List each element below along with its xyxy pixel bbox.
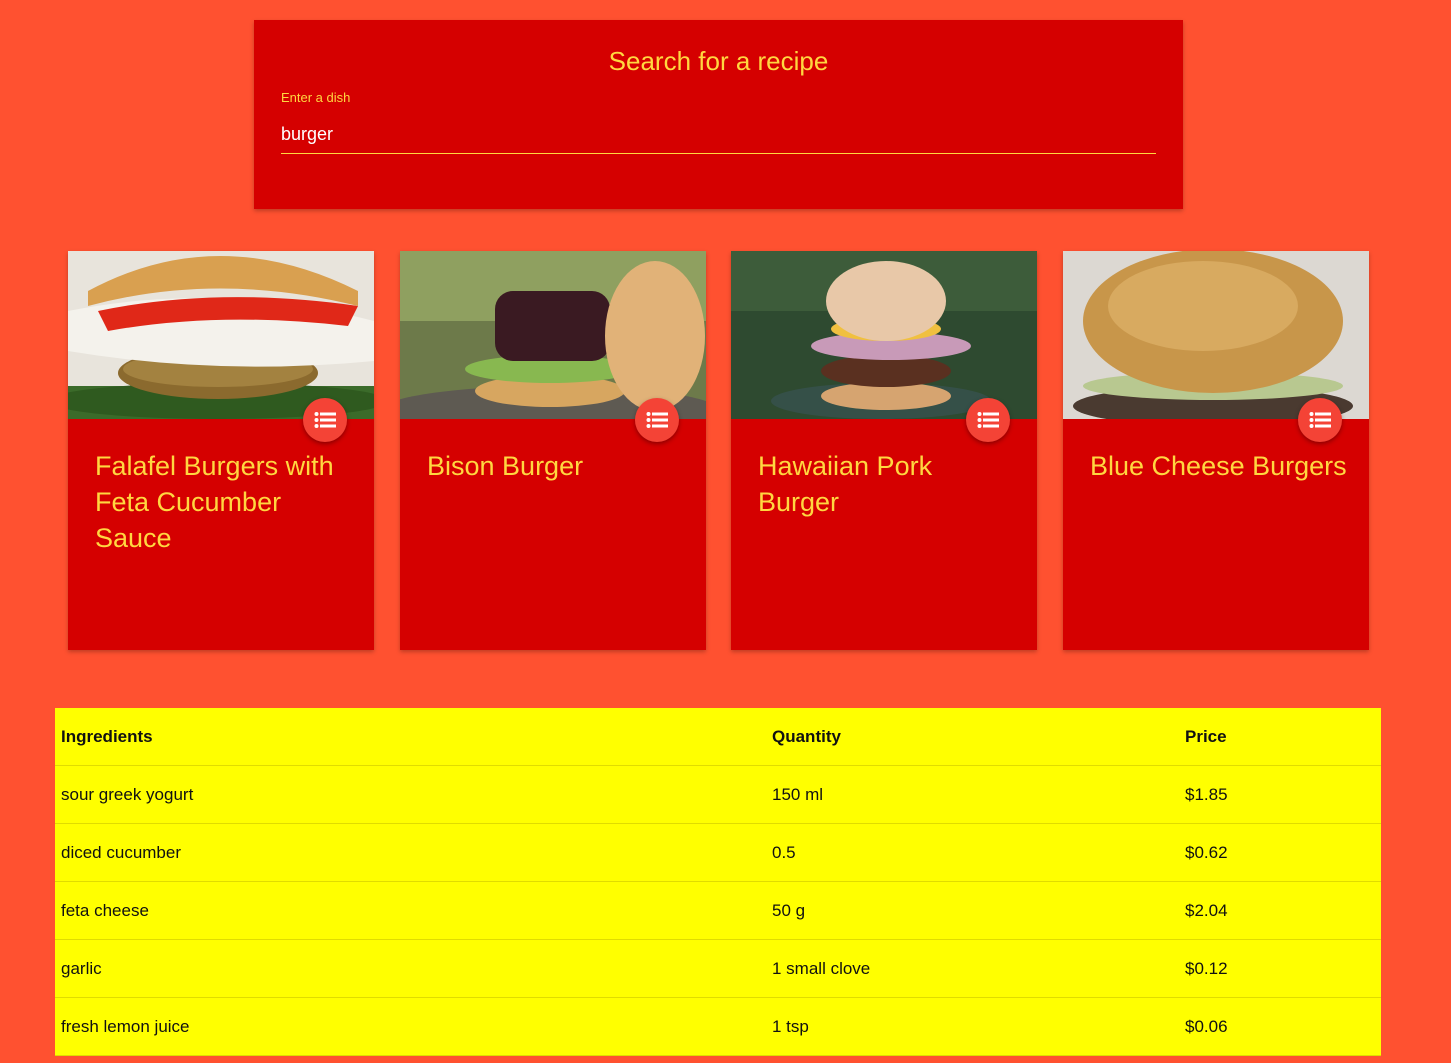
ingredients-table: Ingredients Quantity Price sour greek yo… <box>55 708 1381 1056</box>
recipe-image-bison-burger[interactable] <box>400 251 706 419</box>
quantity-cell: 50 g <box>766 881 1179 940</box>
search-field-label: Enter a dish <box>281 90 351 105</box>
recipe-card-falafel-burgers[interactable]: Falafel Burgers with Feta Cucumber Sauce <box>68 251 374 650</box>
recipe-card-bison-burger[interactable]: Bison Burger <box>400 251 706 650</box>
ingredient-cell: garlic <box>55 939 766 998</box>
search-card: Search for a recipe Enter a dish <box>254 20 1183 209</box>
price-cell: $0.62 <box>1179 823 1381 882</box>
price-cell: $0.12 <box>1179 939 1381 998</box>
recipe-title: Bison Burger <box>427 451 584 481</box>
recipe-card-hawaiian-pork-burger[interactable]: Hawaiian Pork Burger <box>731 251 1037 650</box>
ingredient-cell: feta cheese <box>55 881 766 940</box>
ingredient-cell: fresh lemon juice <box>55 997 766 1056</box>
list-icon <box>977 412 999 428</box>
list-icon <box>314 412 336 428</box>
price-cell: $2.04 <box>1179 881 1381 940</box>
quantity-cell: 150 ml <box>766 765 1179 824</box>
ingredient-cell: diced cucumber <box>55 823 766 882</box>
ingredient-cell: sour greek yogurt <box>55 765 766 824</box>
recipe-title: Hawaiian Pork Burger <box>758 451 933 517</box>
ingredients-list-button[interactable] <box>1298 398 1342 442</box>
price-cell: $1.85 <box>1179 765 1381 824</box>
table-row: fresh lemon juice 1 tsp $0.06 <box>55 997 1381 1056</box>
header-ingredients: Ingredients <box>55 708 766 766</box>
table-header-row: Ingredients Quantity Price <box>55 708 1381 766</box>
search-title: Search for a recipe <box>608 46 829 76</box>
recipe-image-blue-cheese-burger[interactable] <box>1063 251 1369 419</box>
quantity-cell: 1 small clove <box>766 939 1179 998</box>
header-quantity: Quantity <box>766 708 1179 766</box>
table-row: feta cheese 50 g $2.04 <box>55 881 1381 940</box>
recipe-image-hawaiian-pork-burger[interactable] <box>731 251 1037 419</box>
search-input[interactable] <box>281 115 1156 154</box>
ingredients-list-button[interactable] <box>635 398 679 442</box>
list-icon <box>646 412 668 428</box>
recipe-image-falafel-burger[interactable] <box>68 251 374 419</box>
recipe-card-blue-cheese-burgers[interactable]: Blue Cheese Burgers <box>1063 251 1369 650</box>
quantity-cell: 0.5 <box>766 823 1179 882</box>
table-row: diced cucumber 0.5 $0.62 <box>55 823 1381 882</box>
list-icon <box>1309 412 1331 428</box>
ingredients-list-button[interactable] <box>303 398 347 442</box>
header-price: Price <box>1179 708 1381 766</box>
recipe-title: Blue Cheese Burgers <box>1090 451 1347 481</box>
price-cell: $0.06 <box>1179 997 1381 1056</box>
table-row: sour greek yogurt 150 ml $1.85 <box>55 765 1381 824</box>
table-row: garlic 1 small clove $0.12 <box>55 939 1381 998</box>
quantity-cell: 1 tsp <box>766 997 1179 1056</box>
recipe-title: Falafel Burgers with Feta Cucumber Sauce <box>95 451 334 553</box>
ingredients-list-button[interactable] <box>966 398 1010 442</box>
